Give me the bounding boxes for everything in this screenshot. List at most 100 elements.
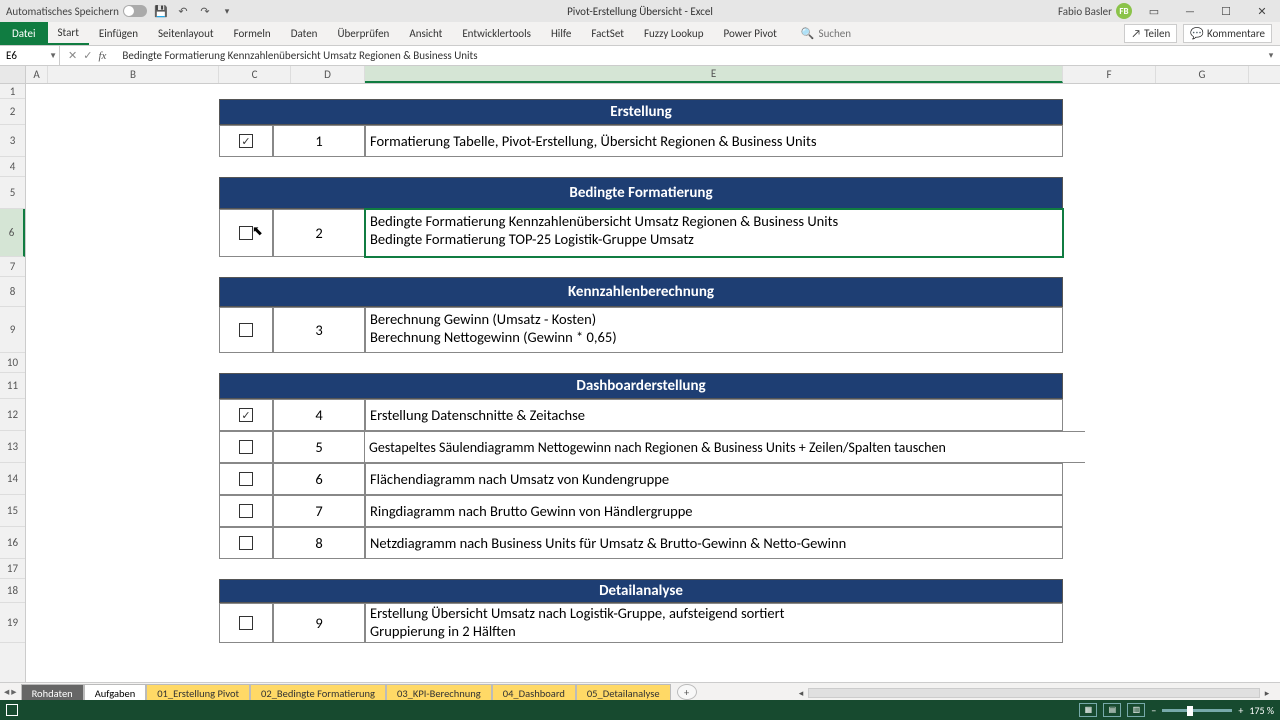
ribbon-tab-help[interactable]: Hilfe [541, 22, 581, 45]
autosave-toggle[interactable]: Automatisches Speichern [6, 5, 147, 18]
minimize-icon[interactable]: — [1176, 2, 1204, 20]
row-header[interactable]: 10 [0, 353, 25, 373]
checkbox-cell[interactable] [219, 125, 273, 157]
row-header[interactable]: 15 [0, 495, 25, 527]
sheet-tab-rohdaten[interactable]: Rohdaten [21, 684, 84, 700]
checkbox-icon [239, 536, 253, 550]
qat-customize-icon[interactable]: ▾ [219, 3, 235, 19]
search-input[interactable] [819, 27, 899, 40]
zoom-in-icon[interactable]: + [1238, 704, 1243, 717]
maximize-icon[interactable]: ☐ [1212, 2, 1240, 20]
cancel-icon[interactable]: ✕ [68, 49, 77, 62]
ribbon-tab-pagelayout[interactable]: Seitenlayout [148, 22, 224, 45]
checkbox-cell[interactable] [219, 527, 273, 559]
task-text: Flächendiagramm nach Umsatz von Kundengr… [365, 463, 1063, 495]
col-header-g[interactable]: G [1156, 66, 1249, 83]
macro-record-icon[interactable] [6, 704, 18, 716]
task-number: 6 [273, 463, 365, 495]
undo-icon[interactable]: ↶ [175, 3, 191, 19]
checkbox-icon [239, 616, 253, 630]
add-sheet-button[interactable]: + [677, 684, 697, 700]
task-number: 7 [273, 495, 365, 527]
section-header: Kennzahlenberechnung [219, 277, 1063, 307]
comments-button[interactable]: 💬Kommentare [1183, 24, 1272, 43]
row-header[interactable]: 14 [0, 463, 25, 495]
col-header-f[interactable]: F [1063, 66, 1156, 83]
checkbox-cell[interactable] [219, 307, 273, 353]
horizontal-scrollbar[interactable]: ◂ ▸ [794, 686, 1274, 700]
ribbon-tab-fuzzylookup[interactable]: Fuzzy Lookup [634, 22, 714, 45]
pagelayout-view-icon[interactable]: ▤ [1103, 703, 1121, 717]
sheet-tab-03[interactable]: 03_KPI-Berechnung [386, 684, 492, 700]
row-header[interactable]: 13 [0, 431, 25, 463]
sheet-tab-04[interactable]: 04_Dashboard [492, 684, 576, 700]
checkbox-icon [239, 226, 253, 240]
ribbon-tab-factset[interactable]: FactSet [581, 22, 634, 45]
col-header-e[interactable]: E [365, 66, 1063, 83]
row-header[interactable]: 8 [0, 277, 25, 307]
chevron-right-icon: ▸ [11, 685, 16, 698]
ribbon-display-options-icon[interactable]: ▭ [1140, 2, 1168, 20]
row-header[interactable]: 2 [0, 99, 25, 125]
row-header[interactable]: 11 [0, 373, 25, 399]
zoom-out-icon[interactable]: − [1151, 704, 1156, 717]
pagebreak-view-icon[interactable]: ▥ [1127, 703, 1145, 717]
col-header-d[interactable]: D [291, 66, 365, 83]
checkbox-cell[interactable] [219, 399, 273, 431]
row-header[interactable]: 6 [0, 209, 25, 257]
tab-nav[interactable]: ◂▸ [0, 683, 21, 700]
share-button[interactable]: ↗Teilen [1124, 24, 1177, 43]
close-icon[interactable]: ✕ [1248, 2, 1276, 20]
ribbon-tab-view[interactable]: Ansicht [399, 22, 452, 45]
checkbox-cell[interactable] [219, 463, 273, 495]
checkbox-cell[interactable] [219, 495, 273, 527]
sheet-tab-02[interactable]: 02_Bedingte Formatierung [250, 684, 386, 700]
sheet-tab-aufgaben[interactable]: Aufgaben [84, 684, 147, 700]
row-header[interactable]: 16 [0, 527, 25, 559]
chevron-down-icon: ▼ [49, 51, 57, 61]
fx-icon[interactable]: fx [98, 50, 106, 62]
document-title: Pivot-Erstellung Übersicht - Excel [567, 5, 713, 18]
row-header[interactable]: 9 [0, 307, 25, 353]
col-header-b[interactable]: B [48, 66, 219, 83]
row-header[interactable]: 1 [0, 84, 25, 99]
ribbon-tab-formulas[interactable]: Formeln [224, 22, 281, 45]
confirm-icon[interactable]: ✓ [83, 49, 92, 62]
redo-icon[interactable]: ↷ [197, 3, 213, 19]
row-header[interactable]: 12 [0, 399, 25, 431]
ribbon-tab-data[interactable]: Daten [281, 22, 328, 45]
select-all-corner[interactable] [0, 66, 26, 83]
expand-formula-icon[interactable]: ▾ [1262, 50, 1280, 61]
row-header[interactable]: 5 [0, 177, 25, 209]
zoom-level[interactable]: 175 % [1249, 704, 1274, 717]
name-box[interactable]: E6▼ [0, 46, 60, 65]
checkbox-cell[interactable]: ⬉ [219, 209, 273, 257]
user-account[interactable]: Fabio Basler FB [1058, 3, 1132, 19]
row-header[interactable]: 17 [0, 559, 25, 579]
zoom-slider[interactable] [1162, 709, 1232, 712]
checkbox-cell[interactable] [219, 431, 273, 463]
row-header[interactable]: 3 [0, 125, 25, 157]
row-header[interactable]: 19 [0, 603, 25, 643]
col-header-a[interactable]: A [26, 66, 48, 83]
row-header[interactable]: 4 [0, 157, 25, 177]
normal-view-icon[interactable]: ▦ [1079, 703, 1097, 717]
ribbon-tab-file[interactable]: Datei [0, 22, 48, 45]
row-header[interactable]: 18 [0, 579, 25, 603]
grid-area[interactable]: Erstellung 1 Formatierung Tabelle, Pivot… [26, 84, 1280, 682]
save-icon[interactable]: 💾 [153, 3, 169, 19]
col-header-c[interactable]: C [219, 66, 291, 83]
ribbon-tab-developer[interactable]: Entwicklertools [452, 22, 541, 45]
tell-me-search[interactable]: 🔍 [801, 27, 899, 40]
checkbox-cell[interactable] [219, 603, 273, 643]
ribbon-tab-powerpivot[interactable]: Power Pivot [713, 22, 786, 45]
formula-input[interactable]: Bedingte Formatierung Kennzahlenübersich… [114, 49, 1262, 62]
ribbon-tab-home[interactable]: Start [48, 22, 89, 45]
task-text: Formatierung Tabelle, Pivot-Erstellung, … [365, 125, 1063, 157]
row-header[interactable]: 7 [0, 257, 25, 277]
sheet-tab-01[interactable]: 01_Erstellung Pivot [146, 684, 250, 700]
task-text: Erstellung Datenschnitte & Zeitachse [365, 399, 1063, 431]
ribbon-tab-insert[interactable]: Einfügen [89, 22, 148, 45]
sheet-tab-05[interactable]: 05_Detailanalyse [576, 684, 671, 700]
ribbon-tab-review[interactable]: Überprüfen [327, 22, 399, 45]
